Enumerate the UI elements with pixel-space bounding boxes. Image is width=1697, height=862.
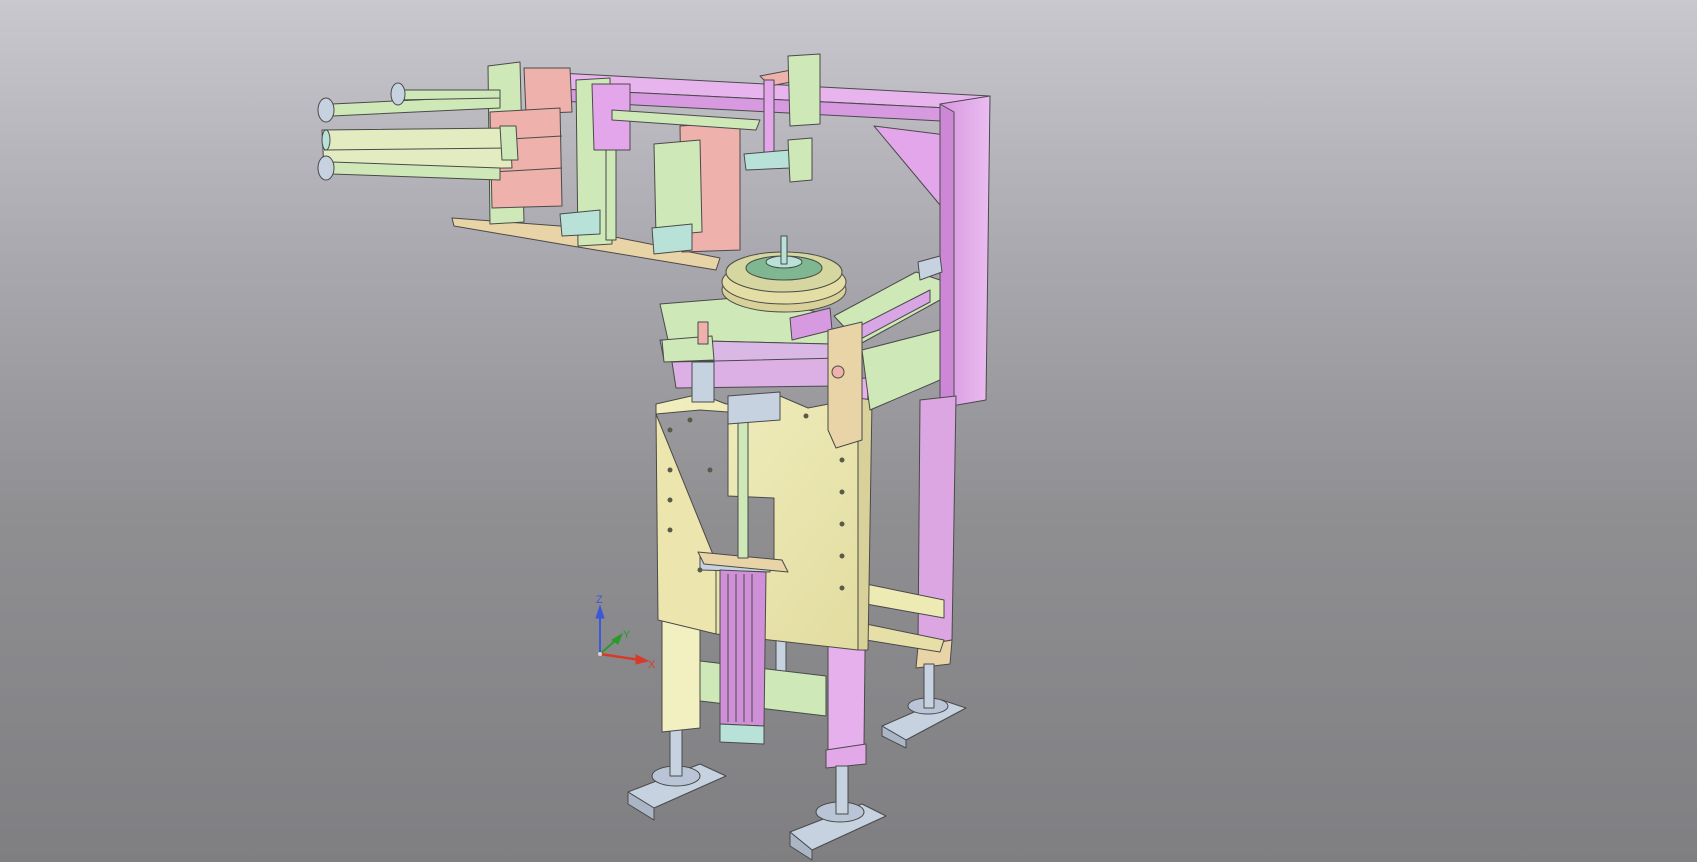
triad-y-label: Y xyxy=(623,629,631,641)
triad-z-label: Z xyxy=(596,594,603,606)
guide-rods xyxy=(317,82,519,181)
coordinate-triad: Z Y X xyxy=(595,594,656,671)
cad-3d-viewport[interactable]: Z Y X xyxy=(0,0,1697,862)
triad-x-label: X xyxy=(648,659,656,671)
assembly-model[interactable]: Z Y X xyxy=(0,0,1697,862)
